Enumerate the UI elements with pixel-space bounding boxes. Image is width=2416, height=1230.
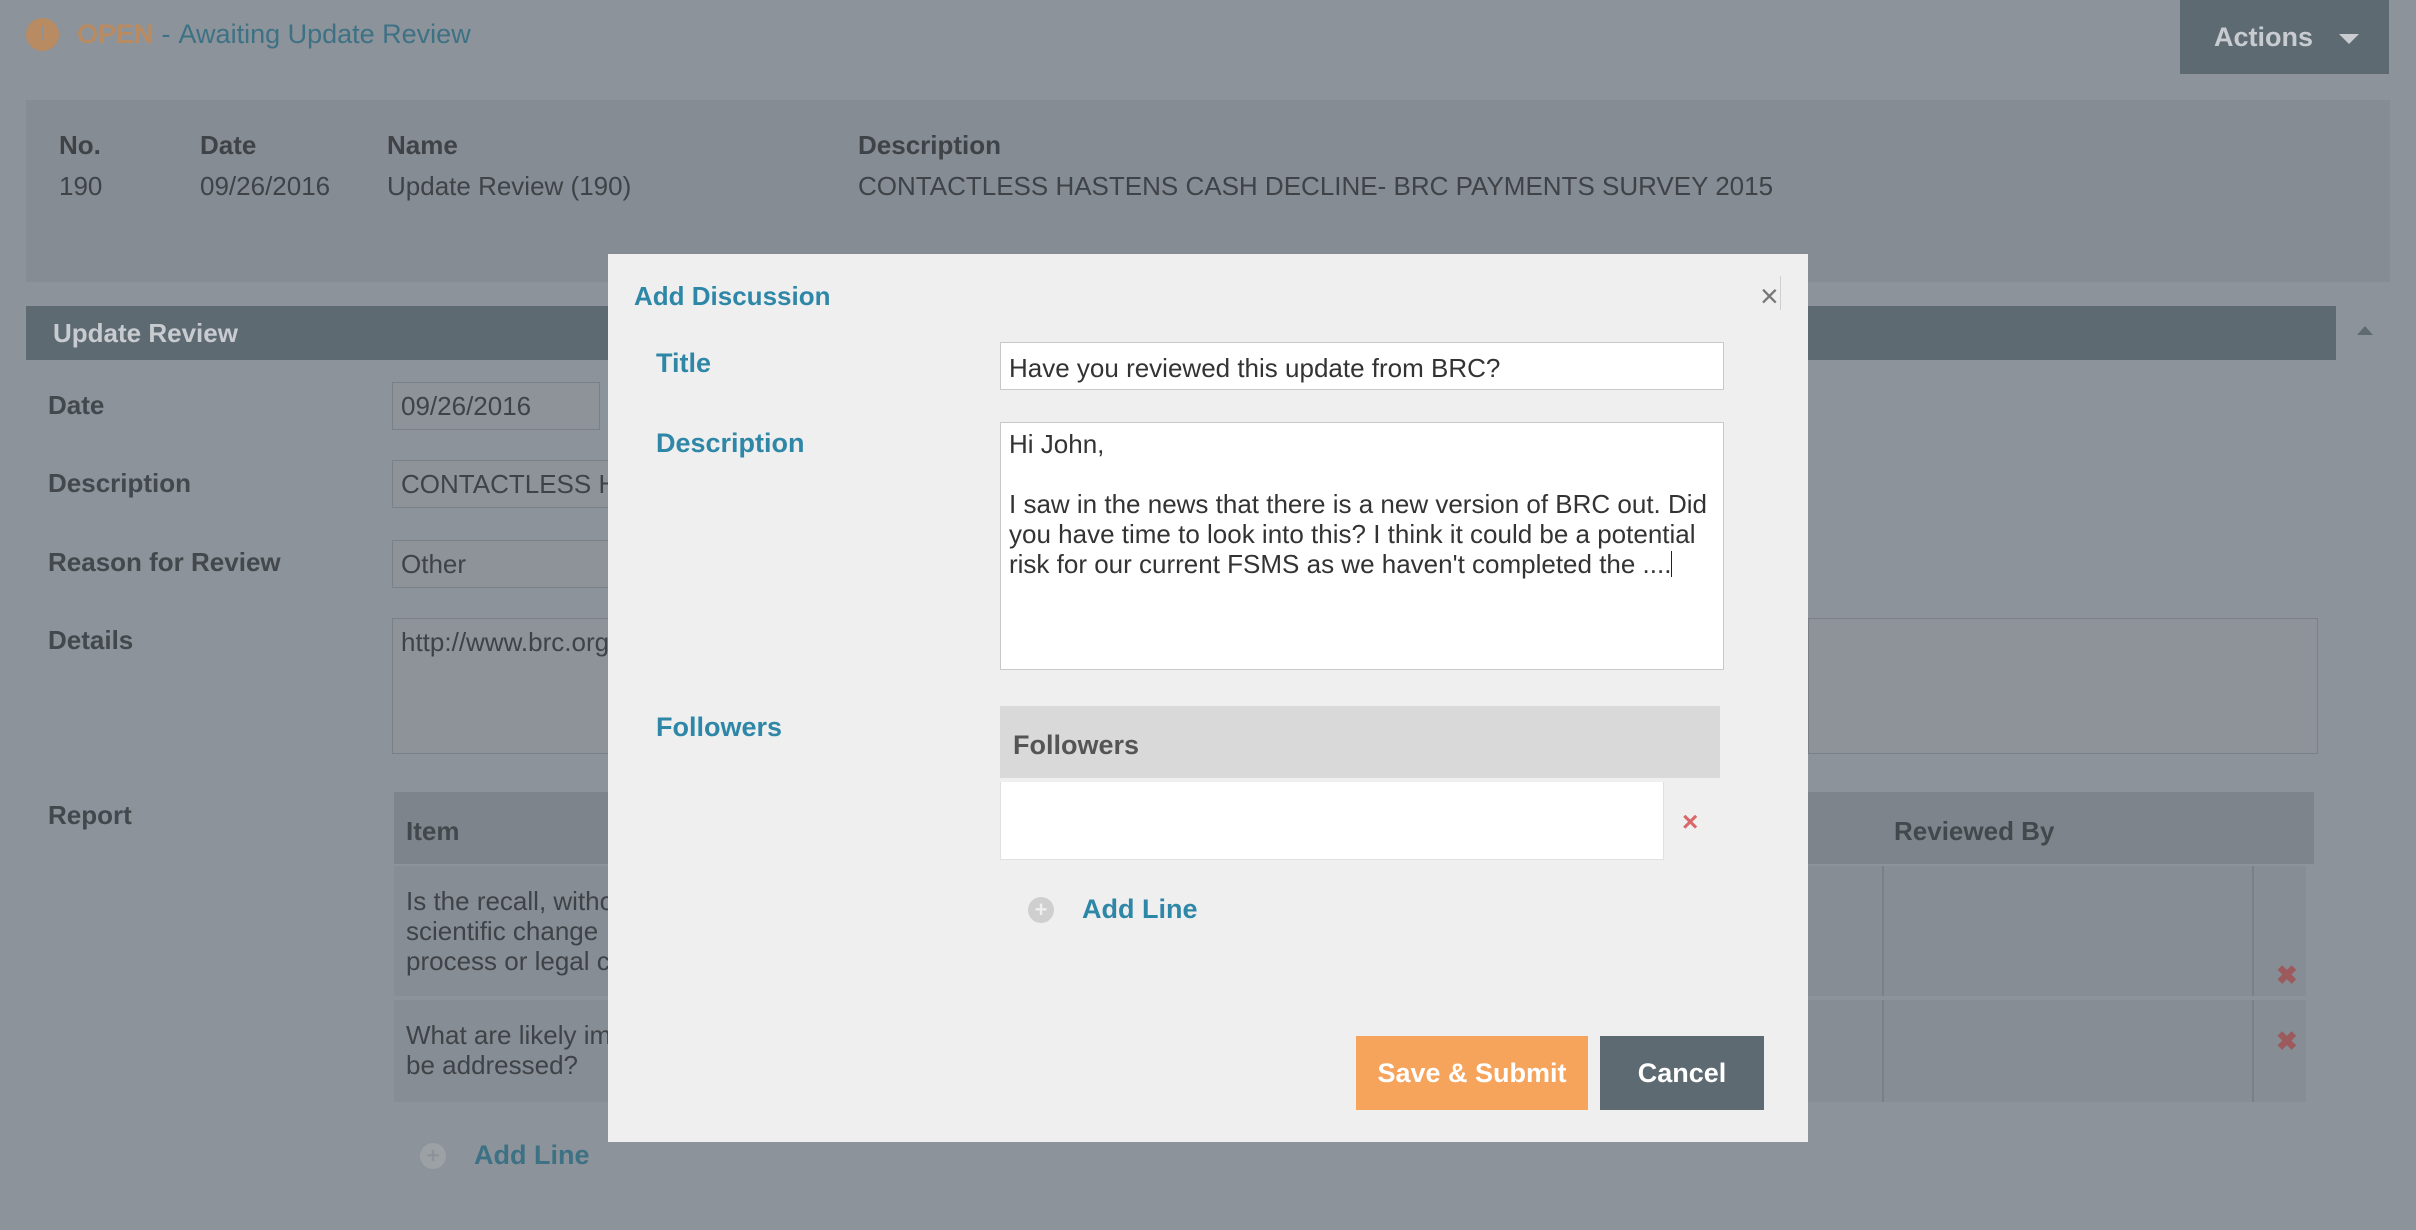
save-submit-button[interactable]: Save & Submit xyxy=(1356,1036,1588,1110)
chevron-up-icon xyxy=(2357,326,2373,335)
details-field[interactable]: http://www.brc.org xyxy=(392,618,616,754)
add-discussion-modal: Add Discussion × Title Have you reviewed… xyxy=(608,254,1808,1142)
delete-row-icon[interactable]: ✖ xyxy=(2276,960,2298,991)
report-add-line-button[interactable]: + Add Line xyxy=(420,1140,590,1171)
reason-select[interactable]: Other xyxy=(392,540,612,588)
status-separator: - xyxy=(161,19,171,49)
summary-name-value: Update Review (190) xyxy=(387,171,632,201)
followers-row: × xyxy=(1000,782,1720,860)
follower-input[interactable] xyxy=(1000,782,1664,860)
modal-title: Add Discussion xyxy=(634,281,831,311)
column-divider xyxy=(2252,1000,2254,1102)
status-text: Awaiting Update Review xyxy=(178,19,471,49)
description-label: Description xyxy=(656,428,805,458)
followers-table-header: Followers xyxy=(1000,706,1720,778)
report-header-reviewed-by: Reviewed By xyxy=(1894,816,2055,846)
text-cursor xyxy=(1671,551,1673,577)
info-icon: ! xyxy=(26,18,59,51)
summary-date-label: Date xyxy=(200,130,257,160)
title-label: Title xyxy=(656,348,712,378)
close-icon[interactable]: × xyxy=(1760,280,1779,312)
status-state: OPEN xyxy=(77,19,154,49)
date-field[interactable]: 09/26/2016 xyxy=(392,382,600,430)
status-indicator: ! OPEN - Awaiting Update Review xyxy=(26,18,471,51)
column-divider xyxy=(1882,1000,1884,1102)
cancel-button[interactable]: Cancel xyxy=(1600,1036,1764,1110)
chevron-down-icon xyxy=(2339,34,2359,44)
actions-label: Actions xyxy=(2214,21,2314,52)
report-header-item: Item xyxy=(406,816,460,846)
summary-description-label: Description xyxy=(858,130,1002,160)
summary-no-value: 190 xyxy=(59,171,103,201)
delete-row-icon[interactable]: ✖ xyxy=(2276,1026,2298,1057)
plus-circle-icon: + xyxy=(420,1142,446,1169)
description-label: Description xyxy=(48,468,192,498)
report-add-line-label: Add Line xyxy=(474,1140,590,1170)
followers-add-line-button[interactable]: + Add Line xyxy=(1028,894,1198,925)
description-field[interactable]: CONTACTLESS H xyxy=(392,460,612,508)
summary-description-value: CONTACTLESS HASTENS CASH DECLINE- BRC PA… xyxy=(858,171,1774,201)
summary-date-value: 09/26/2016 xyxy=(200,171,331,201)
close-separator xyxy=(1780,276,1781,310)
date-label: Date xyxy=(48,390,105,420)
delete-icon[interactable]: × xyxy=(1682,806,1698,838)
column-divider xyxy=(1882,866,1884,996)
summary-name-label: Name xyxy=(387,130,458,160)
followers-label: Followers xyxy=(656,712,783,742)
description-textarea[interactable]: Hi John, I saw in the news that there is… xyxy=(1000,422,1724,670)
report-label: Report xyxy=(48,800,132,830)
description-text: Hi John, I saw in the news that there is… xyxy=(1009,429,1708,579)
summary-no-label: No. xyxy=(59,130,101,160)
collapse-button[interactable] xyxy=(2342,306,2390,360)
details-label: Details xyxy=(48,625,134,655)
details-field-extension xyxy=(1808,618,2318,754)
column-divider xyxy=(2252,866,2254,996)
title-input[interactable]: Have you reviewed this update from BRC? xyxy=(1000,342,1724,390)
reason-label: Reason for Review xyxy=(48,547,281,577)
followers-add-line-label: Add Line xyxy=(1082,894,1198,924)
plus-circle-icon: + xyxy=(1028,896,1054,923)
actions-button[interactable]: Actions xyxy=(2180,0,2389,74)
